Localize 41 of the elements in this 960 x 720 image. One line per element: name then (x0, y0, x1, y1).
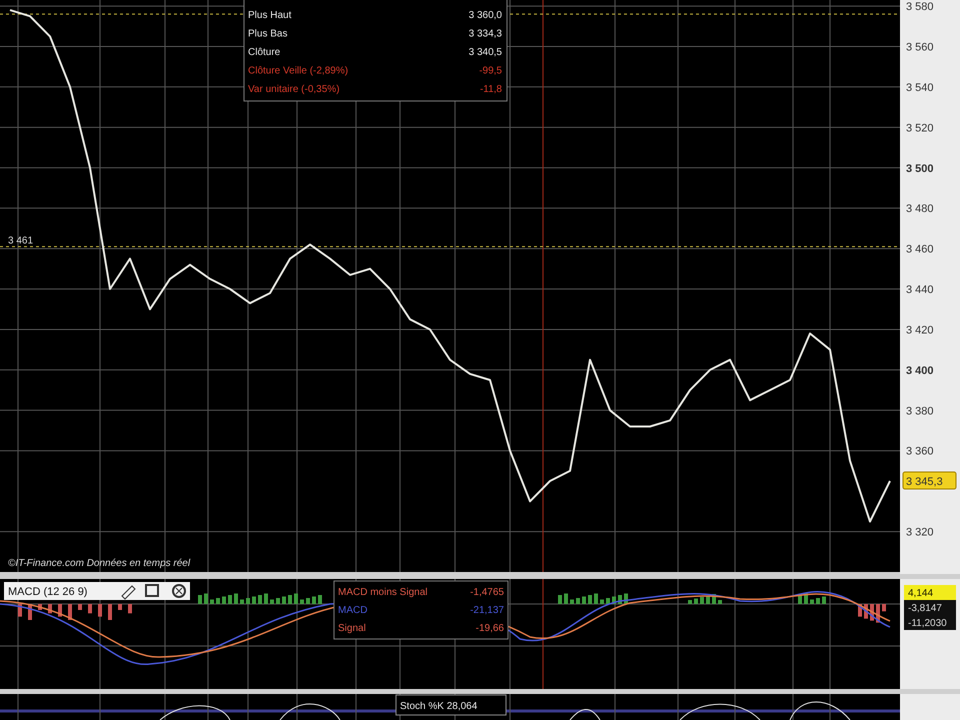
y-axis-label: 3 580 (906, 1, 934, 14)
indicator-legend: MACD (12 26 9) (4, 582, 190, 600)
window-icon[interactable] (145, 584, 159, 597)
y-axis-label: 3 480 (906, 203, 934, 216)
tooltip-value: 3 360,0 (468, 10, 502, 21)
axis-value-badge: -11,2030 (904, 615, 956, 630)
y-axis-label: 3 380 (906, 405, 934, 418)
y-axis-label: 3 520 (906, 122, 934, 134)
y-axis-label: 3 420 (906, 324, 934, 336)
tooltip-label: Var unitaire (-0,35%) (248, 84, 340, 95)
tooltip-value: -1,4765 (470, 587, 504, 598)
y-axis-label: 3 560 (906, 42, 934, 54)
y-axis-label: 3 460 (906, 244, 934, 256)
tooltip-value: -21,137 (470, 605, 504, 616)
pencil-icon[interactable] (121, 585, 136, 600)
y-axis-label: 3 320 (906, 526, 934, 539)
tooltip-value: -99,5 (479, 66, 502, 76)
tooltip-value: -19,66 (476, 623, 504, 634)
y-axis-label: 3 500 (906, 162, 934, 175)
tooltip-label: Plus Haut (248, 10, 292, 21)
tooltip-value: 3 340,5 (468, 47, 502, 58)
tooltip-value: -11,8 (480, 84, 502, 95)
tooltip-label: Stoch %K 28,064 (400, 701, 478, 712)
y-axis-label: 3 440 (906, 284, 934, 296)
axis-value-badge: -3,8147 (904, 600, 956, 615)
close-icon[interactable] (172, 584, 186, 598)
tooltip-value: 3 334,3 (468, 28, 502, 40)
tooltip-label: Plus Bas (248, 28, 288, 40)
y-axis-label: 3 540 (906, 82, 934, 94)
tooltip-label: Signal (338, 623, 366, 634)
axis-value-badge: 4,144 (904, 585, 956, 600)
y-axis-label: 3 360 (906, 446, 934, 458)
footer-text: ©IT-Finance.com Données en temps réel (8, 558, 190, 569)
tooltip-label: MACD (338, 605, 368, 616)
axis-strip (900, 694, 960, 720)
reference-line-label: 3 461 (8, 236, 34, 247)
tooltip-label: MACD moins Signal (338, 587, 428, 598)
last-price-badge: 3 345,3 (902, 472, 956, 490)
tooltip-label: Clôture (248, 47, 280, 58)
tooltip-label: Clôture Veille (-2,89%) (248, 66, 348, 76)
y-axis-label: 3 400 (906, 364, 934, 377)
